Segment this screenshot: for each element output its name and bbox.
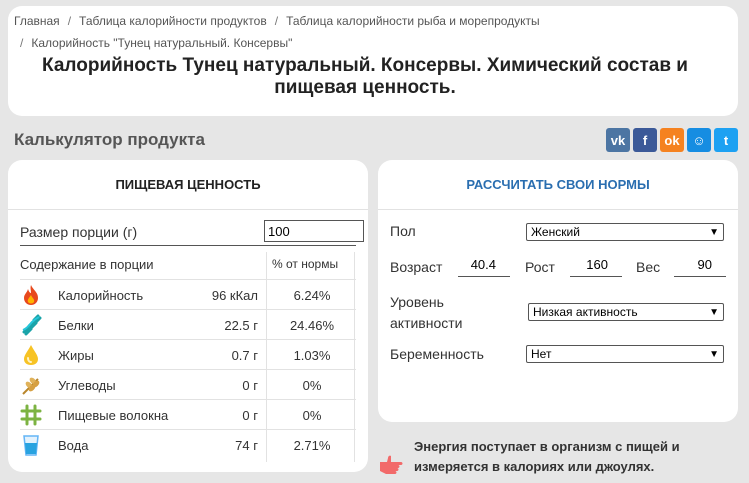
activity-label: Уровень активности [390, 294, 463, 331]
nutrient-value: 22.5 г [224, 318, 258, 333]
page-title: Калорийность Тунец натуральный. Консервы… [42, 55, 688, 98]
nutrition-card: ПИЩЕВАЯ ЦЕННОСТЬ Размер порции (г) Содер… [8, 160, 368, 472]
grain-icon [22, 377, 40, 395]
table-row: Углеводы 0 г 0% [20, 369, 356, 399]
fire-icon [24, 285, 38, 305]
breadcrumb-fish-table[interactable]: Таблица калорийности рыба и морепродукты [286, 14, 540, 28]
nutrient-value: 0 г [242, 408, 258, 423]
nutrient-name: Углеводы [58, 378, 116, 393]
weight-label: Вес [636, 259, 661, 275]
nutrient-value: 0.7 г [231, 348, 258, 363]
norms-heading[interactable]: РАССЧИТАТЬ СВОИ НОРМЫ [378, 160, 738, 210]
vk-icon[interactable]: vk [606, 128, 630, 152]
chevron-down-icon: ▼ [709, 307, 719, 318]
nutrient-percent: 6.24% [293, 288, 331, 303]
gender-value: Женский [531, 225, 580, 239]
nutrient-value: 0 г [242, 378, 258, 393]
chevron-down-icon: ▼ [709, 349, 719, 360]
nutrient-name: Пищевые волокна [58, 408, 169, 423]
nutrient-percent: 24.46% [289, 318, 335, 333]
portion-row: Размер порции (г) [20, 218, 364, 246]
norms-card: РАССЧИТАТЬ СВОИ НОРМЫ Пол Женский ▼ Возр… [378, 160, 738, 422]
gender-select[interactable]: Женский ▼ [526, 223, 724, 241]
nutrient-name: Калорийность [58, 288, 144, 303]
nutrient-name: Жиры [58, 348, 94, 363]
twitter-icon[interactable]: t [714, 128, 738, 152]
breadcrumb-separator: / [274, 14, 279, 28]
fiber-icon [20, 404, 42, 426]
activity-select[interactable]: Низкая активность ▼ [528, 303, 724, 321]
activity-value: Низкая активность [533, 305, 638, 319]
nutrient-percent: 1.03% [293, 348, 331, 363]
nutrient-name: Белки [58, 318, 94, 333]
moimir-icon[interactable]: ☺ [687, 128, 711, 152]
nutrient-value: 96 кКал [211, 288, 258, 303]
portion-label: Размер порции (г) [20, 224, 138, 240]
table-row: Белки 22.5 г 24.46% [20, 309, 356, 339]
protein-icon [22, 314, 42, 336]
energy-hint: Энергия поступает в организм с пищей и и… [378, 437, 738, 477]
calculator-title: Калькулятор продукта [14, 130, 205, 149]
age-label: Возраст [390, 259, 443, 275]
col-content-header: Содержание в порции [20, 257, 154, 272]
table-row: Вода 74 г 2.71% [20, 429, 356, 459]
weight-input[interactable]: 90 [674, 255, 726, 277]
nutrient-percent: 0% [302, 378, 322, 393]
energy-text: Энергия поступает в организм с пищей и и… [414, 439, 680, 474]
nutrient-percent: 2.71% [293, 438, 331, 453]
height-label: Рост [525, 259, 555, 275]
chevron-down-icon: ▼ [709, 227, 719, 238]
table-row: Жиры 0.7 г 1.03% [20, 339, 356, 369]
table-row: Калорийность 96 кКал 6.24% [20, 279, 356, 309]
fat-drop-icon [24, 345, 38, 365]
breadcrumb: Главная / Таблица калорийности продуктов / Т… [14, 10, 724, 54]
gender-label: Пол [390, 223, 416, 239]
col-percent-header: % от нормы [272, 257, 339, 271]
height-input[interactable]: 160 [570, 255, 622, 277]
pregnancy-select[interactable]: Нет ▼ [526, 345, 724, 363]
pregnancy-value: Нет [531, 347, 552, 361]
breadcrumb-separator: / [20, 36, 24, 50]
age-input[interactable]: 40.4 [458, 255, 510, 277]
breadcrumb-home[interactable]: Главная [14, 14, 60, 28]
nutrient-name: Вода [58, 438, 89, 453]
portion-input[interactable] [264, 220, 364, 242]
breadcrumb-separator: / [67, 14, 72, 28]
pregnancy-label: Беременность [390, 346, 484, 362]
odnoklassniki-icon[interactable]: ok [660, 128, 684, 152]
breadcrumb-current[interactable]: Калорийность "Тунец натуральный. Консерв… [31, 36, 292, 50]
facebook-icon[interactable]: f [633, 128, 657, 152]
nutrient-percent: 0% [302, 408, 322, 423]
water-glass-icon [23, 435, 39, 456]
nutrient-value: 74 г [235, 438, 258, 453]
pointing-hand-icon [380, 455, 403, 474]
breadcrumb-calorie-table[interactable]: Таблица калорийности продуктов [79, 14, 267, 28]
nutrition-heading: ПИЩЕВАЯ ЦЕННОСТЬ [8, 160, 368, 210]
social-share: vk f ok ☺ t [606, 128, 738, 152]
table-row: Пищевые волокна 0 г 0% [20, 399, 356, 429]
nutrition-table-header: Содержание в порции % от нормы [20, 255, 356, 281]
